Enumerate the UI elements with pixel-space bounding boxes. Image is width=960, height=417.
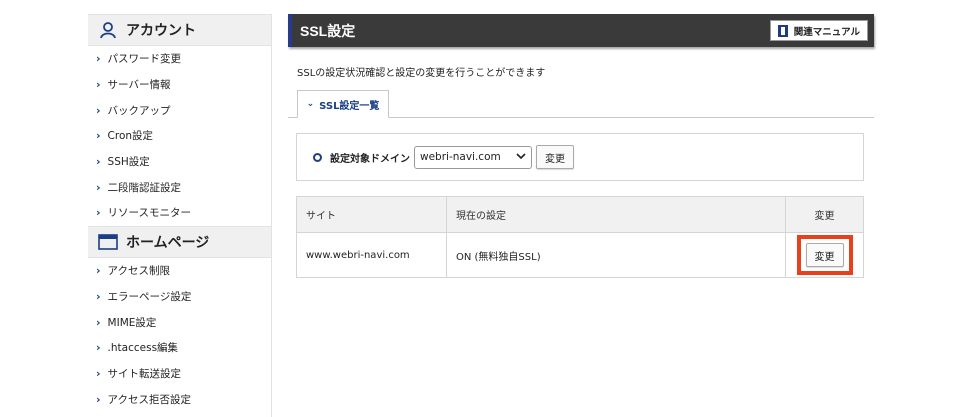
page-title-bar: SSL設定 関連マニュアル bbox=[288, 14, 874, 47]
chevron-right-icon: › bbox=[96, 341, 101, 355]
chevron-down-icon: ⌄ bbox=[306, 99, 315, 109]
chevron-right-icon: › bbox=[96, 52, 101, 66]
sidebar-item-password[interactable]: › パスワード変更 bbox=[88, 46, 271, 72]
sidebar-item-two-factor[interactable]: › 二段階認証設定 bbox=[88, 174, 271, 200]
account-section-title: アカウント bbox=[126, 23, 196, 39]
domain-select-label: 設定対象ドメイン bbox=[330, 153, 410, 165]
highlight-box: 変更 bbox=[796, 235, 853, 275]
domain-select-value: webri-navi.com bbox=[420, 151, 501, 163]
chevron-right-icon: › bbox=[96, 180, 101, 194]
tab-ssl-list-label: SSL設定一覧 bbox=[319, 100, 380, 112]
homepage-section-title: ホームページ bbox=[126, 234, 210, 251]
sidebar: アカウント › パスワード変更 › サーバー情報 › バックアップ › Cron設定 ›… bbox=[88, 14, 272, 417]
chevron-right-icon: › bbox=[96, 289, 101, 303]
sidebar-item-cron[interactable]: › Cron設定 bbox=[88, 123, 271, 149]
change-ssl-button[interactable]: 変更 bbox=[805, 243, 844, 267]
window-icon bbox=[98, 232, 118, 252]
site-cell: www.webri-navi.com bbox=[296, 232, 447, 278]
chevron-right-icon: › bbox=[96, 103, 101, 117]
sidebar-item-server-info[interactable]: › サーバー情報 bbox=[88, 72, 271, 98]
sidebar-item-backup[interactable]: › バックアップ bbox=[88, 97, 271, 123]
table-header-row: サイト 現在の設定 変更 bbox=[296, 196, 864, 233]
sidebar-item-ssh[interactable]: › SSH設定 bbox=[88, 149, 271, 175]
sidebar-item-access-deny[interactable]: › アクセス拒否設定 bbox=[88, 386, 271, 412]
change-cell: 変更 bbox=[785, 232, 864, 278]
sidebar-item-resource-monitor[interactable]: › リソースモニター bbox=[88, 200, 271, 226]
chevron-right-icon: › bbox=[96, 78, 101, 92]
sidebar-item-site-redirect[interactable]: › サイト転送設定 bbox=[88, 361, 271, 387]
account-section-header: アカウント bbox=[88, 14, 271, 46]
chevron-down-icon bbox=[516, 151, 526, 163]
sidebar-item-htaccess[interactable]: › .htaccess編集 bbox=[88, 335, 271, 361]
domain-change-button[interactable]: 変更 bbox=[536, 145, 574, 169]
page-description: SSLの設定状況確認と設定の変更を行うことができます bbox=[297, 68, 546, 79]
related-manual-button[interactable]: 関連マニュアル bbox=[769, 20, 868, 41]
tab-ssl-list[interactable]: ⌄ SSL設定一覧 bbox=[297, 90, 389, 118]
chevron-right-icon: › bbox=[96, 392, 101, 406]
account-nav: › パスワード変更 › サーバー情報 › バックアップ › Cron設定 › SSH設定 … bbox=[88, 46, 271, 226]
domain-select[interactable]: webri-navi.com bbox=[414, 145, 532, 169]
chevron-right-icon: › bbox=[96, 129, 101, 143]
related-manual-label: 関連マニュアル bbox=[793, 26, 860, 38]
radio-icon bbox=[313, 152, 322, 162]
homepage-nav: › アクセス制限 › エラーページ設定 › MIME設定 › .htaccess編集 ›… bbox=[88, 258, 271, 412]
book-icon bbox=[777, 24, 788, 37]
table-row: www.webri-navi.com ON (無料独自SSL) 変更 bbox=[296, 232, 864, 278]
setting-cell: ON (無料独自SSL) bbox=[446, 232, 786, 278]
sidebar-item-access-restriction[interactable]: › アクセス制限 bbox=[88, 258, 271, 284]
user-icon bbox=[98, 20, 118, 40]
domain-selector-panel: 設定対象ドメイン webri-navi.com 変更 bbox=[296, 133, 864, 181]
ssl-settings-table: サイト 現在の設定 変更 www.webri-navi.com ON (無料独自… bbox=[296, 196, 864, 278]
column-header-current-setting: 現在の設定 bbox=[446, 196, 786, 233]
homepage-section-header: ホームページ bbox=[88, 225, 271, 258]
sidebar-item-mime[interactable]: › MIME設定 bbox=[88, 309, 271, 335]
chevron-right-icon: › bbox=[96, 264, 101, 278]
column-header-change: 変更 bbox=[785, 196, 864, 233]
chevron-right-icon: › bbox=[96, 366, 101, 380]
chevron-right-icon: › bbox=[96, 315, 101, 329]
sidebar-item-error-page[interactable]: › エラーページ設定 bbox=[88, 284, 271, 310]
chevron-right-icon: › bbox=[96, 155, 101, 169]
column-header-site: サイト bbox=[296, 196, 447, 233]
chevron-right-icon: › bbox=[96, 206, 101, 220]
page-title: SSL設定 bbox=[300, 22, 356, 39]
